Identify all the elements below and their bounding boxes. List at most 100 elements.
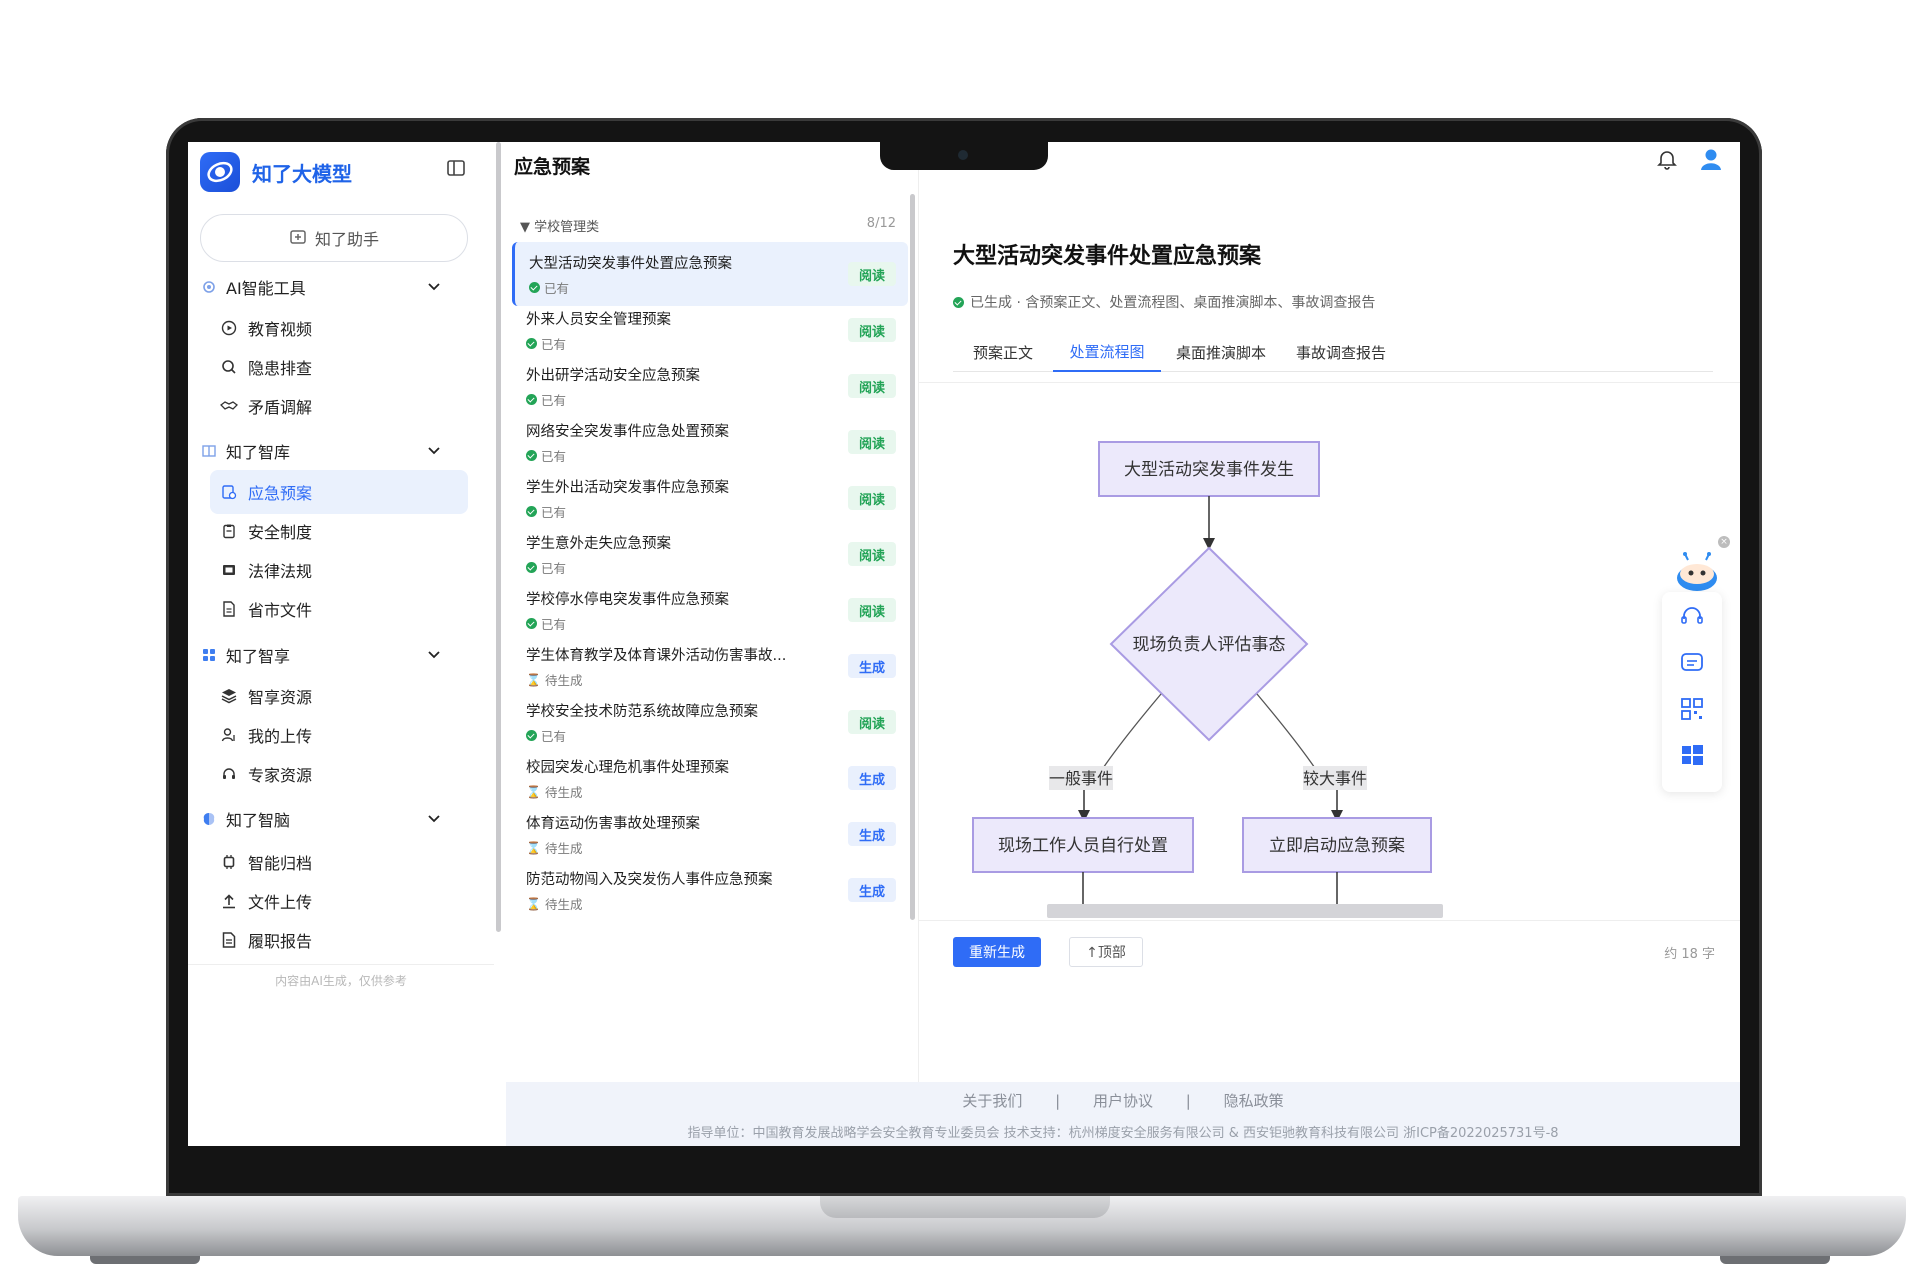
list-item-title: 外出研学活动安全应急预案 — [526, 368, 700, 384]
sidebar-item-duty-report[interactable]: 履职报告 — [210, 918, 468, 962]
read-button[interactable]: 阅读 — [848, 486, 896, 510]
footer-link-about[interactable]: 关于我们 — [962, 1092, 1022, 1110]
nav-group-knowledge-base[interactable]: 知了智库 — [200, 438, 482, 464]
list-item-status: 已有 — [526, 558, 566, 577]
regenerate-button[interactable]: 重新生成 — [953, 937, 1041, 967]
play-circle-icon — [220, 319, 238, 337]
category-header[interactable]: ▼ 学校管理类 8/12 — [520, 216, 896, 235]
tab-investigation-report[interactable]: 事故调查报告 — [1281, 332, 1401, 372]
read-button[interactable]: 阅读 — [848, 430, 896, 454]
list-item[interactable]: 学校停水停电突发事件应急预案 已有 阅读 — [512, 578, 908, 642]
tab-plan-body[interactable]: 预案正文 — [953, 332, 1053, 372]
windows-icon[interactable] — [1677, 740, 1707, 770]
chevron-down-icon — [426, 442, 442, 462]
generate-button[interactable]: 生成 — [848, 822, 896, 846]
caret-down-icon: ▼ — [520, 220, 535, 235]
tab-tabletop-script[interactable]: 桌面推演脚本 — [1161, 332, 1281, 372]
list-item-title: 学生意外走失应急预案 — [526, 536, 671, 552]
nav-group-label: 知了智库 — [226, 443, 291, 462]
nav-group-label: AI智能工具 — [226, 279, 306, 298]
list-item-status: 已有 — [526, 334, 566, 353]
read-button[interactable]: 阅读 — [848, 710, 896, 734]
sidebar-item-mediation[interactable]: 矛盾调解 — [210, 384, 468, 428]
list-item[interactable]: 学生外出活动突发事件应急预案 已有 阅读 — [512, 466, 908, 530]
list-scrollbar[interactable] — [910, 194, 915, 920]
customer-service-icon[interactable] — [1677, 602, 1707, 632]
footer-link-privacy[interactable]: 隐私政策 — [1224, 1092, 1284, 1110]
assistant-robot-icon[interactable] — [1674, 552, 1720, 596]
sidebar-item-label: 智能归档 — [248, 854, 313, 873]
generate-button[interactable]: 生成 — [848, 654, 896, 678]
list-item-status-text: 已有 — [541, 561, 567, 576]
list-item[interactable]: 大型活动突发事件处置应急预案 已有 阅读 — [512, 242, 908, 306]
check-circle-icon — [526, 338, 537, 349]
nav-group-label: 知了智享 — [226, 647, 291, 666]
sidebar-scrollbar[interactable] — [496, 142, 501, 932]
list-item[interactable]: 校园突发心理危机事件处理预案 ⌛ 待生成 生成 — [512, 746, 908, 810]
footer-link-terms[interactable]: 用户协议 — [1093, 1092, 1153, 1110]
app-logo[interactable]: 知了大模型 — [200, 150, 352, 194]
check-circle-icon — [526, 562, 537, 573]
read-button[interactable]: 阅读 — [848, 374, 896, 398]
chevron-down-icon — [426, 278, 442, 298]
read-button[interactable]: 阅读 — [848, 262, 896, 286]
ai-gear-icon — [200, 278, 218, 296]
sidebar-item-expert-resources[interactable]: 专家资源 — [210, 752, 468, 796]
close-icon[interactable]: × — [1718, 536, 1730, 548]
plan-list-panel: 应急预案 ▼ 学校管理类 8/12 大型活动突发事件处置应急预案 已有 阅读 外来人员… — [506, 142, 908, 1082]
list-item[interactable]: 网络安全突发事件应急处置预案 已有 阅读 — [512, 410, 908, 474]
sidebar-item-my-uploads[interactable]: 我的上传 — [210, 713, 468, 757]
footer-credits: 指导单位：中国教育发展战略学会安全教育专业委员会 技术支持：杭州梯度安全服务有限… — [687, 1126, 1559, 1141]
qr-code-icon[interactable] — [1677, 694, 1707, 724]
sidebar-item-shared-resources[interactable]: 智享资源 — [210, 674, 468, 718]
list-item[interactable]: 体育运动伤害事故处理预案 ⌛ 待生成 生成 — [512, 802, 908, 866]
back-to-top-button[interactable]: ↑顶部 — [1069, 937, 1143, 967]
flowchart-h-scrollbar[interactable] — [1047, 904, 1443, 918]
nav-group-sharing[interactable]: 知了智享 — [200, 642, 482, 668]
nav-group-smart-brain[interactable]: 知了智脑 — [200, 806, 482, 832]
list-item-status: 已有 — [526, 446, 566, 465]
assistant-button[interactable]: 知了助手 — [200, 214, 468, 262]
file-icon — [220, 600, 238, 618]
list-item-title: 学校安全技术防范系统故障应急预案 — [526, 704, 758, 720]
list-item[interactable]: 外来人员安全管理预案 已有 阅读 — [512, 298, 908, 362]
nav-group-ai-tools[interactable]: AI智能工具 — [200, 274, 482, 300]
sidebar-item-file-upload[interactable]: 文件上传 — [210, 879, 468, 923]
user-avatar-icon[interactable] — [1698, 146, 1724, 176]
sidebar-item-safety-rules[interactable]: 安全制度 — [210, 509, 468, 553]
clipboard-icon — [220, 522, 238, 540]
generate-button[interactable]: 生成 — [848, 766, 896, 790]
message-icon[interactable] — [1677, 648, 1707, 678]
read-button[interactable]: 阅读 — [848, 318, 896, 342]
sidebar-collapse-icon[interactable] — [446, 158, 468, 180]
flow-left-action-text: 现场工作人员自行处置 — [998, 836, 1168, 856]
tab-flowchart[interactable]: 处置流程图 — [1053, 332, 1161, 372]
list-item[interactable]: 学生意外走失应急预案已有 阅读 — [512, 522, 908, 586]
sidebar-item-education-video[interactable]: 教育视频 — [210, 306, 468, 350]
list-item[interactable]: 学校安全技术防范系统故障应急预案 已有 阅读 — [512, 690, 908, 754]
hourglass-icon: ⌛ — [526, 840, 541, 855]
sidebar-item-smart-archive[interactable]: 智能归档 — [210, 840, 468, 884]
read-button[interactable]: 阅读 — [848, 542, 896, 566]
sidebar-item-label: 履职报告 — [248, 932, 313, 951]
list-item-status: 已有 — [526, 726, 566, 745]
bell-icon[interactable] — [1656, 148, 1678, 174]
list-item-status: ⌛ 待生成 — [526, 894, 582, 913]
sidebar-item-hazard-check[interactable]: 隐患排查 — [210, 345, 468, 389]
check-circle-icon — [526, 730, 537, 741]
list-item[interactable]: 学生体育教学及体育课外活动伤害事故... ⌛ 待生成 生成 — [512, 634, 908, 698]
sidebar-item-label: 智享资源 — [248, 688, 313, 707]
add-chat-icon — [290, 230, 306, 244]
list-item-status-text: 已有 — [541, 393, 567, 408]
list-item-status: ⌛ 待生成 — [526, 838, 582, 857]
flow-decision-text: 现场负责人评估事态 — [1133, 635, 1286, 655]
generate-button[interactable]: 生成 — [848, 878, 896, 902]
list-item[interactable]: 外出研学活动安全应急预案已有 阅读 — [512, 354, 908, 418]
category-label: 学校管理类 — [534, 220, 600, 235]
sidebar-item-laws[interactable]: 法律法规 — [210, 548, 468, 592]
list-item[interactable]: 防范动物闯入及突发伤人事件应急预案 ⌛ 待生成 生成 — [512, 858, 908, 922]
sidebar-item-emergency-plan[interactable]: 应急预案 — [210, 470, 468, 514]
list-item-status-text: 待生成 — [544, 841, 583, 856]
sidebar-item-provincial-docs[interactable]: 省市文件 — [210, 587, 468, 631]
read-button[interactable]: 阅读 — [848, 598, 896, 622]
